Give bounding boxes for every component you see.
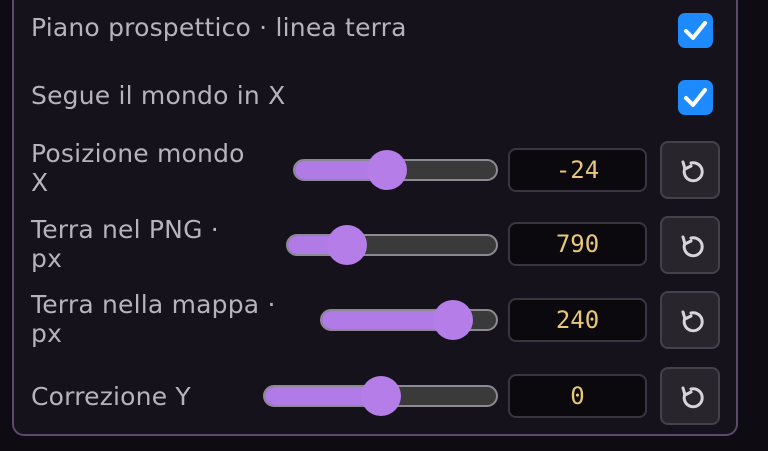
checkbox-segue-mondo[interactable] — [678, 80, 713, 115]
slider-terra-png[interactable] — [286, 223, 498, 267]
label-line: X — [31, 168, 49, 197]
checkbox-piano-prospettico[interactable] — [678, 13, 713, 48]
reset-button-terra-png[interactable] — [660, 216, 720, 274]
reset-button-posizione-mondo[interactable] — [660, 141, 720, 199]
label-segue-mondo: Segue il mondo in X — [31, 81, 286, 110]
value-correzione-y[interactable]: 0 — [508, 374, 647, 418]
label-terra-png: Terra nel PNG · px — [31, 215, 219, 273]
slider-thumb[interactable] — [433, 300, 474, 340]
slider-correzione-y[interactable] — [263, 374, 498, 418]
slider-track — [286, 234, 498, 256]
label-line: Posizione mondo — [31, 139, 245, 168]
reset-button-correzione-y[interactable] — [660, 367, 720, 425]
label-piano-prospettico: Piano prospettico · linea terra — [31, 13, 407, 42]
reset-icon — [681, 310, 704, 333]
label-line: Terra nella mappa · — [31, 290, 276, 319]
reset-icon — [681, 235, 704, 258]
label-line: px — [31, 244, 63, 273]
label-correzione-y: Correzione Y — [31, 382, 191, 411]
check-icon — [684, 21, 707, 40]
reset-icon — [681, 160, 704, 183]
label-terra-mappa: Terra nella mappa · px — [31, 290, 276, 348]
slider-posizione-mondo[interactable] — [293, 148, 498, 192]
value-posizione-mondo[interactable]: -24 — [508, 148, 647, 192]
label-line: Terra nel PNG · — [31, 215, 219, 244]
slider-thumb[interactable] — [367, 150, 408, 190]
value-terra-png[interactable]: 790 — [508, 222, 647, 266]
slider-thumb[interactable] — [327, 225, 368, 265]
label-line: px — [31, 319, 63, 348]
slider-thumb[interactable] — [360, 376, 401, 416]
label-posizione-mondo: Posizione mondo X — [31, 139, 245, 197]
slider-terra-mappa[interactable] — [320, 298, 498, 342]
check-icon — [684, 88, 707, 107]
reset-icon — [681, 386, 704, 409]
value-terra-mappa[interactable]: 240 — [508, 298, 647, 342]
reset-button-terra-mappa[interactable] — [660, 291, 720, 349]
